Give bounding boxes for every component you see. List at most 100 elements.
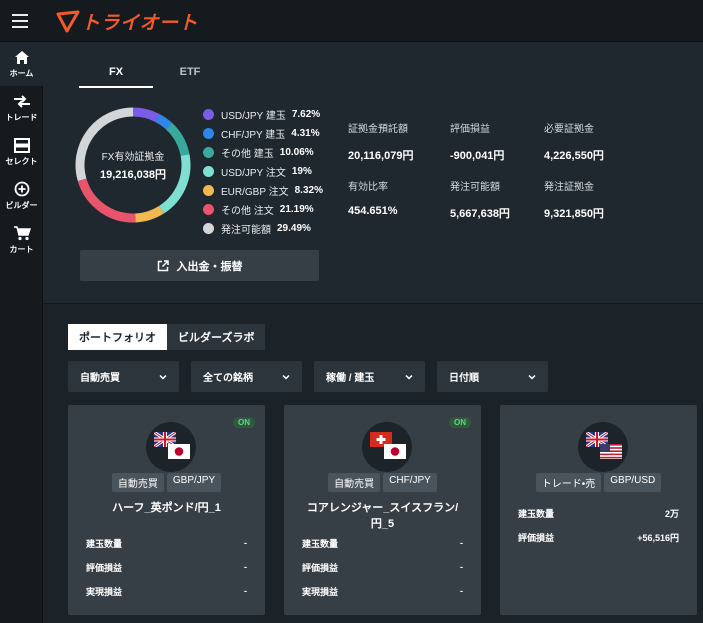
metric-available-order: 発注可能額 5,667,638円: [450, 178, 510, 221]
metric-order-margin: 発注証拠金 9,321,850円: [544, 178, 604, 221]
stat-row-position-qty: 建玉数量 -: [86, 531, 247, 555]
nav-label: ビルダー: [5, 201, 38, 210]
symbol-badge: GBP/JPY: [166, 473, 222, 492]
builder-plus-icon: [13, 181, 31, 197]
stat-value: -: [244, 586, 247, 596]
card-badges: 自動売買 GBP/JPY: [68, 473, 265, 492]
trade-type-badge: 自動売買: [328, 473, 381, 492]
portfolio-card[interactable]: ON 自動売買 CHF/JPY コアレンジャー_スイスフラン/円_5 建玉数量 -…: [284, 405, 481, 615]
donut-legend: USD/JPY 建玉 7.62% CHF/JPY 建玉 4.31% その他 建玉 10.0…: [203, 105, 323, 238]
card-stats: 建玉数量 - 評価損益 - 実現損益 -: [302, 531, 463, 603]
nav-label: トレード: [5, 113, 38, 122]
metric-value: -900,041円: [450, 150, 505, 162]
portfolio-tabs: ポートフォリオ ビルダーズラボ: [68, 324, 266, 350]
chevron-down-icon: [528, 374, 536, 380]
us-flag-icon: [600, 444, 622, 459]
nav-item-home[interactable]: ホーム: [0, 42, 43, 86]
stat-value: -: [460, 586, 463, 596]
stat-label: 実現損益: [86, 586, 123, 597]
logo-mark-icon: [56, 10, 80, 33]
donut-label: FX有効証拠金: [101, 152, 165, 163]
nav-label: セレクト: [5, 157, 38, 166]
legend-label: その他 注文: [221, 206, 274, 217]
card-badges: 自動売買 CHF/JPY: [284, 473, 481, 492]
logo-text: トライオート: [81, 12, 199, 34]
card-stats: 建玉数量 - 評価損益 - 実現損益 -: [86, 531, 247, 603]
legend-swatch: [203, 223, 214, 234]
stat-row-realized-pl: 実現損益 -: [302, 579, 463, 603]
legend-swatch: [203, 147, 214, 158]
legend-label: CHF/JPY 建玉: [221, 130, 286, 141]
tab-fx[interactable]: FX: [79, 62, 153, 88]
stat-label: 実現損益: [302, 586, 339, 597]
stat-label: 建玉数量: [518, 508, 555, 519]
on-status-badge: ON: [233, 417, 255, 428]
stat-row-realized-pl: 実現損益 -: [86, 579, 247, 603]
stat-row-position-qty: 建玉数量 -: [302, 531, 463, 555]
filter-label: 自動売買: [80, 373, 120, 384]
tab-builders-lab[interactable]: ビルダーズラボ: [167, 324, 266, 350]
metric-label: 評価損益: [450, 124, 490, 135]
legend-percent: 8.32%: [294, 185, 323, 196]
metric-value: 4,226,550円: [544, 150, 604, 162]
trade-type-badge: トレード•売: [535, 473, 602, 492]
currency-pair-flags: [362, 422, 412, 472]
nav-label: カート: [9, 245, 34, 254]
metric-label: 発注証拠金: [544, 182, 594, 193]
tab-etf[interactable]: ETF: [153, 62, 227, 88]
nav-label: ホーム: [9, 69, 34, 78]
filter-sort-dropdown[interactable]: 日付順: [437, 361, 548, 392]
home-icon: [13, 49, 31, 65]
legend-percent: 19%: [291, 166, 312, 177]
logo[interactable]: トライオート: [56, 9, 199, 34]
cart-icon: [13, 225, 31, 241]
stat-label: 評価損益: [518, 532, 555, 543]
filter-symbol-dropdown[interactable]: 全ての銘柄: [191, 361, 302, 392]
stat-value: 2万: [664, 508, 679, 519]
japan-flag-icon: [168, 444, 190, 459]
portfolio-card[interactable]: トレード•売 GBP/USD 建玉数量 2万 評価損益 +56,516円: [500, 405, 697, 615]
on-status-badge: ON: [449, 417, 471, 428]
legend-percent: 29.49%: [277, 223, 311, 234]
metric-value: 9,321,850円: [544, 208, 604, 220]
chevron-down-icon: [405, 374, 413, 380]
legend-swatch: [203, 128, 214, 139]
symbol-badge: GBP/USD: [604, 473, 662, 492]
nav-item-builder[interactable]: ビルダー: [0, 174, 43, 218]
metric-value: 5,667,638円: [450, 208, 510, 220]
external-link-icon: [157, 259, 169, 271]
stat-value: -: [460, 562, 463, 572]
nav-item-select[interactable]: セレクト: [0, 130, 43, 174]
donut-center: FX有効証拠金 19,216,038円: [72, 104, 194, 226]
portfolio-card[interactable]: ON 自動売買 GBP/JPY ハーフ_英ポンド/円_1 建玉数量 - 評価損益 -…: [68, 405, 265, 615]
legend-item: EUR/GBP 注文 8.32%: [203, 181, 323, 200]
tab-portfolio[interactable]: ポートフォリオ: [68, 324, 167, 350]
menu-icon[interactable]: [12, 14, 28, 28]
donut-value: 19,216,038円: [99, 169, 167, 181]
deposit-transfer-button[interactable]: 入出金・振替: [80, 250, 319, 281]
stat-row-unrealized-pl: 評価損益 -: [86, 555, 247, 579]
legend-item: 発注可能額 29.49%: [203, 219, 323, 238]
legend-label: EUR/GBP 注文: [221, 187, 289, 198]
legend-percent: 4.31%: [291, 128, 320, 139]
legend-swatch: [203, 185, 214, 196]
filter-trade-type-dropdown[interactable]: 自動売買: [68, 361, 179, 392]
nav-item-trade[interactable]: トレード: [0, 86, 43, 130]
legend-item: USD/JPY 注文 19%: [203, 162, 323, 181]
legend-swatch: [203, 109, 214, 120]
filter-label: 日付順: [449, 373, 479, 384]
side-nav: ホーム トレード セレクト ビルダー カート: [0, 42, 43, 623]
app-root: トライオート ホーム トレード セレクト ビルダー カート FX ETF FX有…: [0, 0, 703, 623]
asset-tabs: FX ETF: [79, 62, 227, 88]
legend-item: その他 注文 21.19%: [203, 200, 323, 219]
currency-pair-flags: [146, 422, 196, 472]
legend-item: その他 建玉 10.06%: [203, 143, 323, 162]
filter-status-dropdown[interactable]: 稼働 / 建玉: [314, 361, 425, 392]
legend-label: USD/JPY 注文: [221, 168, 286, 179]
nav-item-cart[interactable]: カート: [0, 218, 43, 262]
metric-label: 発注可能額: [450, 182, 500, 193]
stat-row-position-qty: 建玉数量 2万: [518, 501, 679, 525]
account-summary-panel: FX ETF FX有効証拠金 19,216,038円 USD/JPY 建玉 7.6…: [43, 42, 703, 304]
stat-label: 評価損益: [302, 562, 339, 573]
legend-percent: 21.19%: [279, 204, 314, 215]
